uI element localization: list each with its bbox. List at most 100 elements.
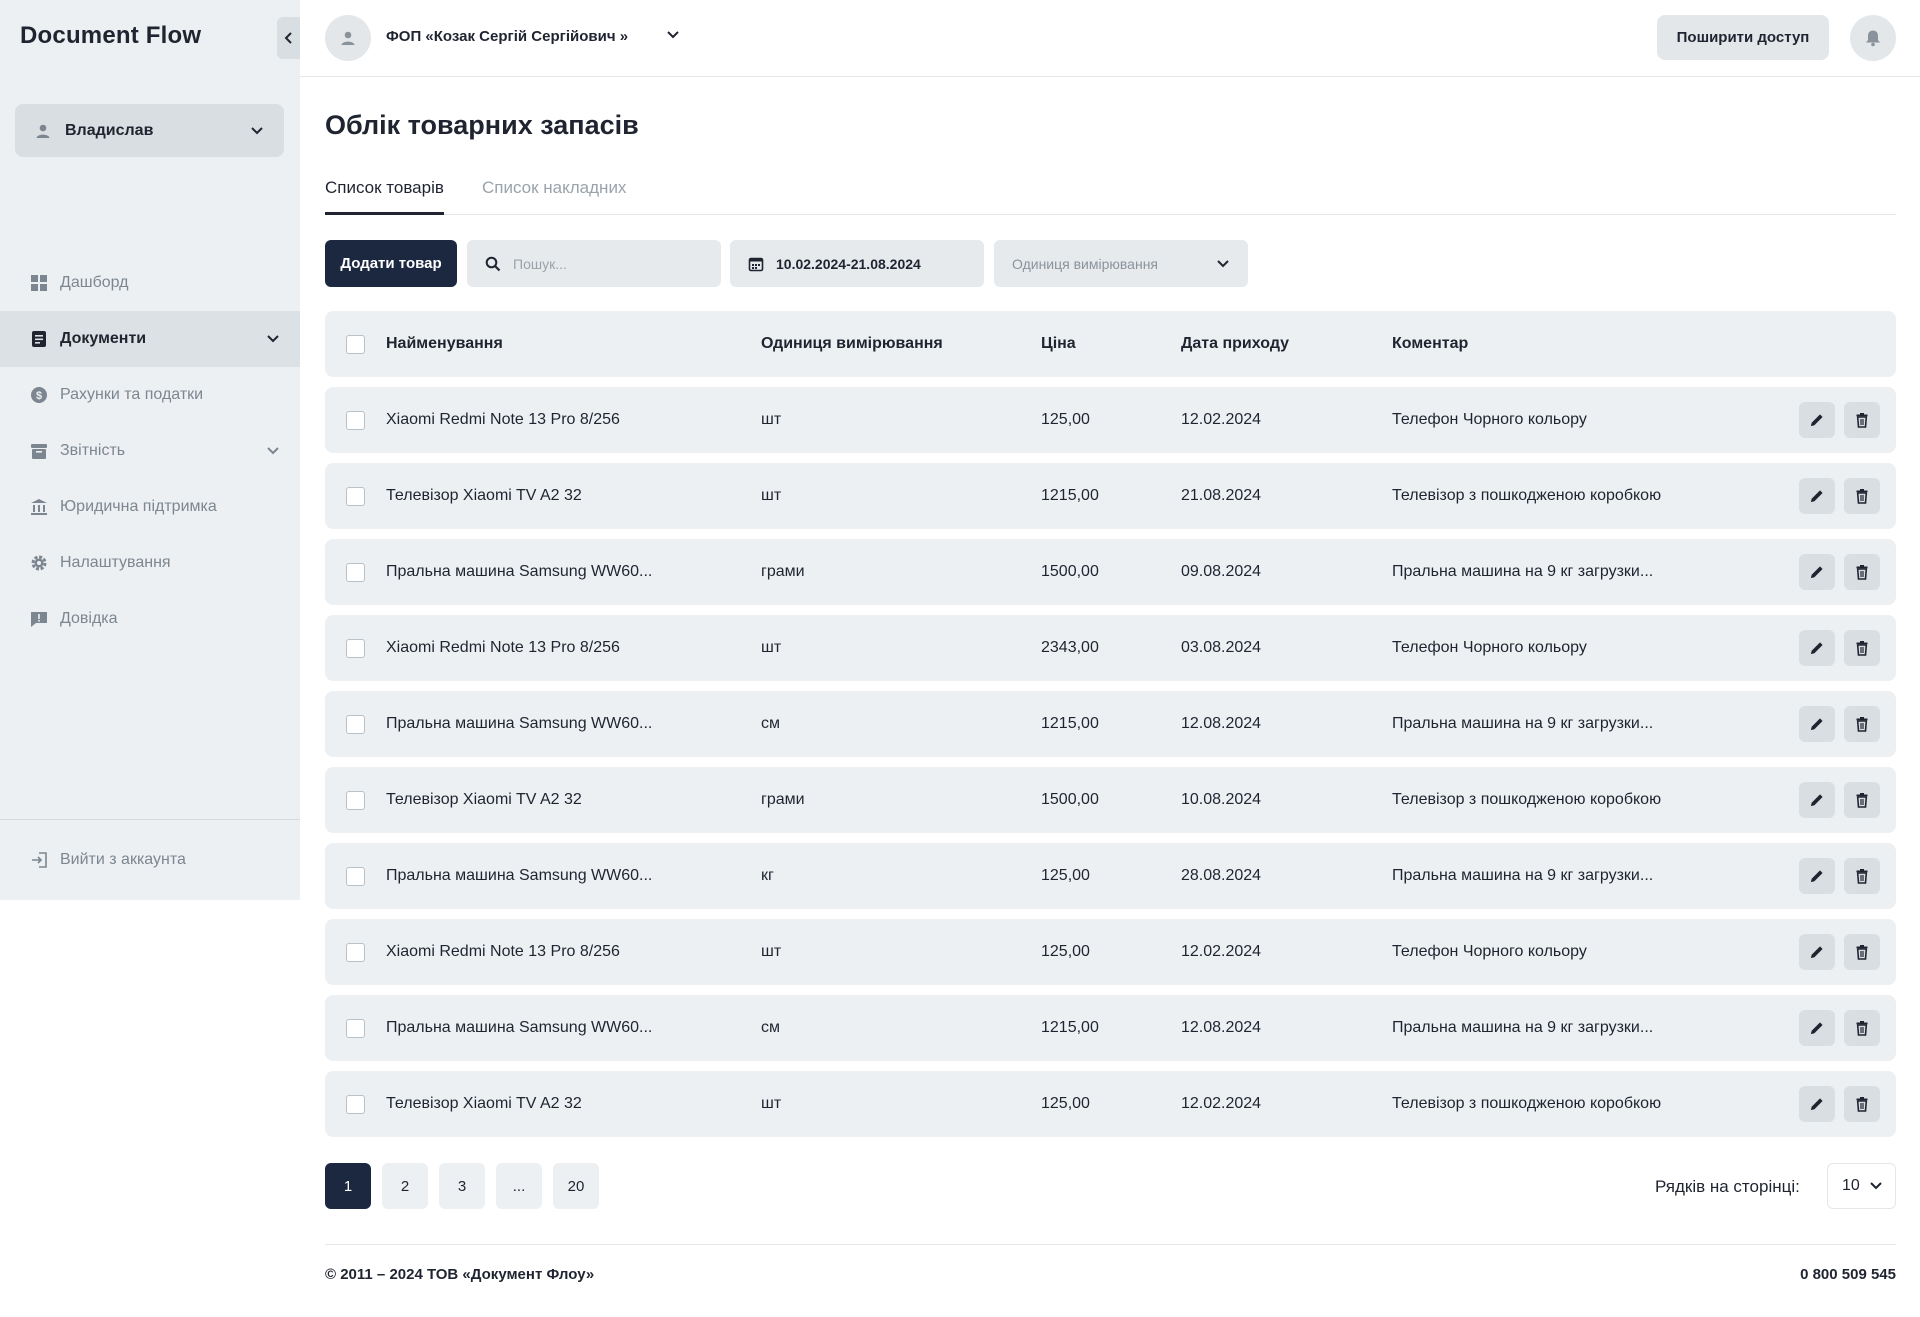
row-checkbox[interactable]: [346, 486, 365, 506]
cell-date: 12.02.2024: [1181, 1095, 1262, 1112]
products-table: Найменування Одиниця вимірювання Ціна Да…: [325, 311, 1896, 1137]
cell-comment: Пральна машина на 9 кг загрузки...: [1392, 715, 1654, 732]
sidebar-item-documents[interactable]: Документи: [0, 311, 300, 367]
row-checkbox[interactable]: [346, 714, 365, 734]
edit-button[interactable]: [1799, 782, 1835, 818]
org-avatar[interactable]: [325, 15, 371, 61]
help-icon: [31, 612, 47, 627]
edit-button[interactable]: [1799, 706, 1835, 742]
edit-button[interactable]: [1799, 402, 1835, 438]
rows-per-page-select[interactable]: 10: [1827, 1163, 1896, 1209]
sidebar-item-accounts-taxes[interactable]: $ Рахунки та податки: [0, 367, 300, 423]
row-checkbox[interactable]: [346, 1018, 365, 1038]
table-row[interactable]: Телевізор Xiaomi TV A2 32 шт 1215,00 21.08.…: [325, 463, 1896, 529]
row-checkbox[interactable]: [346, 1094, 365, 1114]
sidebar-item-dashboard[interactable]: Дашборд: [0, 255, 300, 311]
edit-button[interactable]: [1799, 478, 1835, 514]
table-row[interactable]: Телевізор Xiaomi TV A2 32 грами 1500,00 10.…: [325, 767, 1896, 833]
edit-button[interactable]: [1799, 1086, 1835, 1122]
edit-button[interactable]: [1799, 630, 1835, 666]
edit-button[interactable]: [1799, 858, 1835, 894]
table-row[interactable]: Пральна машина Samsung WW60... кг 125,00 28…: [325, 843, 1896, 909]
table-row[interactable]: Xiaomi Redmi Note 13 Pro 8/256 шт 125,00 12…: [325, 387, 1896, 453]
sidebar-item-help[interactable]: Довідка: [0, 591, 300, 647]
select-all-cell: [346, 311, 365, 377]
delete-button[interactable]: [1844, 554, 1880, 590]
cell-unit: см: [761, 715, 780, 732]
column-header-name[interactable]: Найменування: [386, 311, 503, 377]
tab-products-list[interactable]: Список товарів: [325, 178, 444, 215]
column-header-unit[interactable]: Одиниця вимірювання: [761, 311, 943, 377]
notifications-button[interactable]: [1850, 15, 1896, 61]
cell-comment: Телефон Чорного кольору: [1392, 411, 1587, 428]
page-button[interactable]: 1: [325, 1163, 371, 1209]
row-checkbox-cell: [346, 843, 365, 909]
delete-button[interactable]: [1844, 1086, 1880, 1122]
edit-button[interactable]: [1799, 1010, 1835, 1046]
page-button[interactable]: 2: [382, 1163, 428, 1209]
tab-invoices-list[interactable]: Список накладних: [482, 178, 626, 215]
row-checkbox-cell: [346, 539, 365, 605]
page-button[interactable]: 20: [553, 1163, 599, 1209]
cell-price: 125,00: [1041, 1095, 1090, 1112]
share-access-button[interactable]: Поширити доступ: [1657, 15, 1829, 60]
user-select[interactable]: Владислав: [15, 104, 284, 157]
sidebar-item-reports[interactable]: Звітність: [0, 423, 300, 479]
bell-icon: [1866, 30, 1880, 47]
sidebar-item-legal-support[interactable]: Юридична підтримка: [0, 479, 300, 535]
select-all-checkbox[interactable]: [346, 334, 365, 354]
page-button[interactable]: 3: [439, 1163, 485, 1209]
search-icon: [485, 256, 501, 271]
chevron-down-icon: [267, 335, 279, 343]
sidebar-item-settings[interactable]: Налаштування: [0, 535, 300, 591]
delete-button[interactable]: [1844, 858, 1880, 894]
row-checkbox[interactable]: [346, 562, 365, 582]
chevron-down-icon[interactable]: [666, 30, 680, 40]
delete-button[interactable]: [1844, 1010, 1880, 1046]
edit-button[interactable]: [1799, 934, 1835, 970]
row-checkbox[interactable]: [346, 790, 365, 810]
pencil-icon: [1811, 718, 1823, 730]
cell-name: Пральна машина Samsung WW60...: [386, 867, 653, 884]
gear-icon: [31, 555, 47, 571]
row-checkbox[interactable]: [346, 942, 365, 962]
edit-button[interactable]: [1799, 554, 1835, 590]
delete-button[interactable]: [1844, 782, 1880, 818]
delete-button[interactable]: [1844, 478, 1880, 514]
add-product-button[interactable]: Додати товар: [325, 240, 457, 287]
delete-button[interactable]: [1844, 402, 1880, 438]
cell-price: 2343,00: [1041, 639, 1099, 656]
cell-price: 1215,00: [1041, 487, 1099, 504]
column-header-comment[interactable]: Коментар: [1392, 311, 1468, 377]
cell-unit: шт: [761, 411, 782, 428]
row-checkbox[interactable]: [346, 410, 365, 430]
cell-name: Xiaomi Redmi Note 13 Pro 8/256: [386, 943, 620, 960]
table-row[interactable]: Пральна машина Samsung WW60... см 1215,00 1…: [325, 691, 1896, 757]
row-checkbox[interactable]: [346, 638, 365, 658]
page-button[interactable]: ...: [496, 1163, 542, 1209]
pencil-icon: [1811, 1022, 1823, 1034]
search-input[interactable]: Пошук...: [467, 240, 721, 287]
collapse-sidebar-button[interactable]: [277, 17, 300, 59]
delete-button[interactable]: [1844, 706, 1880, 742]
unit-select[interactable]: Одиниця вимірювання: [994, 240, 1248, 287]
logout-link[interactable]: Вийти з аккаунта: [30, 845, 186, 875]
table-row[interactable]: Пральна машина Samsung WW60... грами 1500,…: [325, 539, 1896, 605]
support-phone[interactable]: 0 800 509 545: [1800, 1266, 1896, 1283]
column-header-price[interactable]: Ціна: [1041, 311, 1076, 377]
org-name[interactable]: ФОП «Козак Сергій Сергійович »: [386, 28, 628, 45]
cell-name: Xiaomi Redmi Note 13 Pro 8/256: [386, 411, 620, 428]
table-row[interactable]: Пральна машина Samsung WW60... см 1215,00 1…: [325, 995, 1896, 1061]
date-range-picker[interactable]: 10.02.2024-21.08.2024: [730, 240, 984, 287]
delete-button[interactable]: [1844, 630, 1880, 666]
calendar-icon: [748, 257, 764, 271]
table-row[interactable]: Xiaomi Redmi Note 13 Pro 8/256 шт 2343,00 0…: [325, 615, 1896, 681]
sidebar-item-label: Рахунки та податки: [60, 386, 204, 403]
cell-comment: Телефон Чорного кольору: [1392, 943, 1587, 960]
table-row[interactable]: Телевізор Xiaomi TV A2 32 шт 125,00 12.02.2…: [325, 1071, 1896, 1137]
row-checkbox[interactable]: [346, 866, 365, 886]
topbar: ФОП «Козак Сергій Сергійович » Поширити …: [300, 0, 1920, 77]
table-row[interactable]: Xiaomi Redmi Note 13 Pro 8/256 шт 125,00 12…: [325, 919, 1896, 985]
column-header-date[interactable]: Дата приходу: [1181, 311, 1289, 377]
delete-button[interactable]: [1844, 934, 1880, 970]
